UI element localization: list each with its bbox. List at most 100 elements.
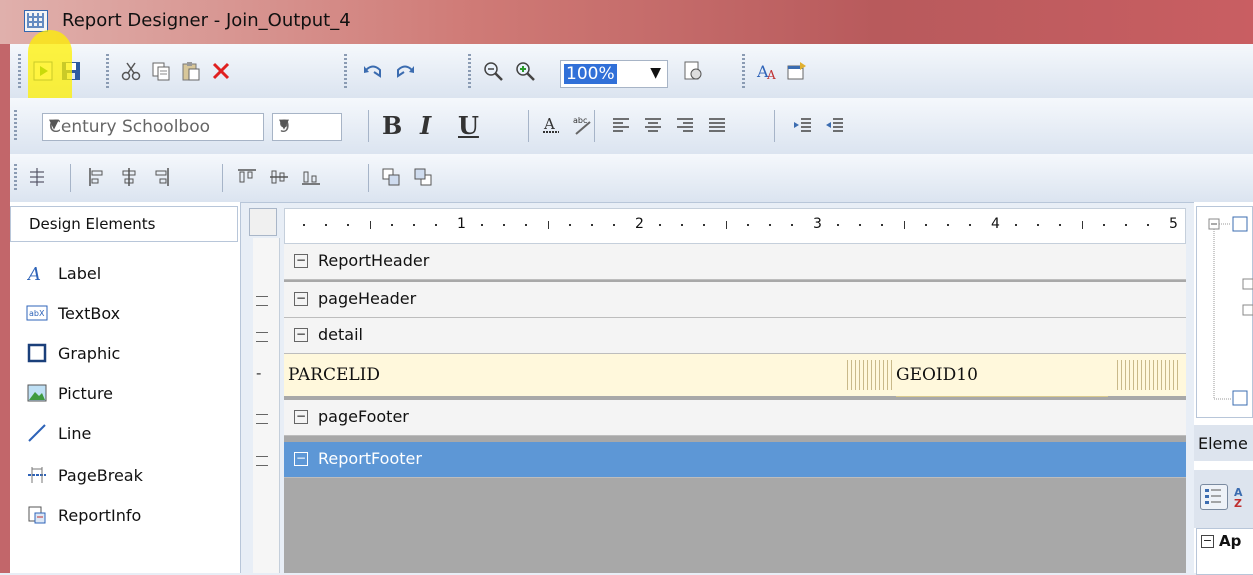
- element-picture[interactable]: Picture: [26, 380, 113, 406]
- toolbar-grip[interactable]: [14, 164, 17, 192]
- page-setup-button[interactable]: [682, 60, 704, 82]
- svg-text:Z: Z: [1234, 497, 1242, 508]
- element-graphic[interactable]: Graphic: [26, 340, 120, 366]
- toolbar-grip[interactable]: [344, 54, 347, 88]
- collapse-icon[interactable]: −: [294, 254, 308, 268]
- window-title: Report Designer - Join_Output_4: [62, 10, 351, 31]
- align-lefts-button[interactable]: [86, 166, 108, 188]
- separator: [774, 110, 775, 142]
- align-centers-button[interactable]: [118, 166, 140, 188]
- collapse-icon[interactable]: −: [294, 452, 308, 466]
- report-explorer-tree[interactable]: [1196, 206, 1253, 418]
- label-icon: A: [26, 263, 48, 283]
- band-label: pageHeader: [318, 289, 417, 308]
- page-setup-icon: [684, 61, 702, 80]
- design-elements-header: Design Elements: [10, 206, 238, 242]
- zoom-combo[interactable]: 100% ▼: [560, 60, 668, 88]
- redo-icon: [397, 65, 414, 78]
- align-tops-button[interactable]: [236, 166, 258, 188]
- separator: [368, 110, 369, 142]
- categorized-button[interactable]: [1200, 484, 1228, 510]
- element-line[interactable]: Line: [26, 420, 91, 446]
- collapse-icon[interactable]: −: [294, 292, 308, 306]
- zoom-value: 100%: [564, 64, 617, 84]
- align-center-button[interactable]: [642, 114, 664, 136]
- zoom-in-button[interactable]: [514, 60, 536, 82]
- element-reportinfo[interactable]: ReportInfo: [26, 502, 141, 528]
- font-color-icon: A: [543, 115, 559, 133]
- ruler-mark-5: 5: [1169, 216, 1178, 232]
- outdent-icon: [826, 118, 843, 132]
- send-to-back-button[interactable]: [412, 166, 434, 188]
- collapse-icon[interactable]: −: [1201, 535, 1214, 548]
- toolbar-grip[interactable]: [468, 54, 471, 88]
- spell-check-button[interactable]: abc: [572, 114, 594, 136]
- element-textbox-text: TextBox: [58, 303, 121, 323]
- graphic-icon: [26, 343, 48, 363]
- bring-to-front-button[interactable]: [380, 166, 402, 188]
- align-rights-button[interactable]: [150, 166, 172, 188]
- italic-button[interactable]: I: [420, 111, 431, 140]
- detail-section[interactable]: PARCELID GEOID10: [284, 354, 1186, 397]
- band-detail[interactable]: − detail: [284, 318, 1186, 354]
- align-middles-button[interactable]: [268, 166, 290, 188]
- element-label[interactable]: A Label: [26, 260, 101, 286]
- align-right-button[interactable]: [674, 114, 696, 136]
- band-page-header[interactable]: − pageHeader: [284, 282, 1186, 318]
- ruler-corner[interactable]: [249, 208, 277, 236]
- font-size-combo[interactable]: 9 ▼: [272, 113, 342, 141]
- indent-icon: [794, 118, 811, 132]
- font-name-combo[interactable]: Century Schoolboo ▼: [42, 113, 264, 141]
- band-resize-handle[interactable]: [256, 296, 268, 306]
- paste-button[interactable]: [180, 60, 202, 82]
- copy-button[interactable]: [150, 60, 172, 82]
- undo-icon: [364, 65, 381, 78]
- field-parcelid-text: PARCELID: [288, 365, 381, 385]
- properties-button[interactable]: [786, 60, 808, 82]
- toolbar-grip[interactable]: [742, 54, 745, 88]
- justify-button[interactable]: [706, 114, 728, 136]
- ruler-mark-4: 4: [991, 216, 1000, 232]
- collapse-icon[interactable]: −: [294, 410, 308, 424]
- field-geoid10[interactable]: GEOID10: [896, 354, 1108, 397]
- svg-text:A: A: [766, 68, 776, 82]
- delete-button[interactable]: [210, 60, 232, 82]
- grid-button[interactable]: [26, 166, 48, 188]
- collapse-icon[interactable]: −: [294, 328, 308, 342]
- outdent-button[interactable]: [824, 114, 846, 136]
- band-report-footer[interactable]: − ReportFooter: [284, 442, 1186, 478]
- undo-button[interactable]: [362, 60, 384, 82]
- cut-button[interactable]: [120, 60, 142, 82]
- element-pagebreak[interactable]: PageBreak: [26, 462, 143, 488]
- field-geoid10-text: GEOID10: [896, 365, 978, 385]
- align-center-icon: [645, 118, 661, 132]
- band-report-header[interactable]: − ReportHeader: [284, 244, 1186, 280]
- toolbar-grip[interactable]: [14, 110, 17, 142]
- font-style-button[interactable]: AA: [756, 60, 778, 82]
- chevron-down-icon[interactable]: ▼: [49, 117, 259, 132]
- toolbar-grip[interactable]: [18, 54, 21, 88]
- band-label: pageFooter: [318, 407, 409, 426]
- bold-button[interactable]: B: [382, 111, 402, 140]
- zoom-in-icon: [516, 62, 535, 81]
- chevron-down-icon[interactable]: ▼: [650, 65, 661, 81]
- element-textbox[interactable]: abX TextBox: [26, 300, 120, 326]
- align-bottoms-button[interactable]: [300, 166, 322, 188]
- font-color-button[interactable]: A: [540, 114, 562, 136]
- field-parcelid[interactable]: PARCELID: [288, 354, 838, 396]
- zoom-out-button[interactable]: [482, 60, 504, 82]
- toolbar-grip[interactable]: [106, 54, 109, 88]
- categorized-icon: [1205, 489, 1221, 504]
- ruler-mark-2: 2: [635, 216, 644, 232]
- band-resize-handle[interactable]: [256, 332, 268, 342]
- align-left-button[interactable]: [610, 114, 632, 136]
- alphabetical-button[interactable]: AZ: [1232, 484, 1252, 510]
- indent-button[interactable]: [792, 114, 814, 136]
- underline-button[interactable]: U: [458, 111, 479, 140]
- align-left-icon: [613, 118, 629, 132]
- band-resize-handle[interactable]: [256, 414, 268, 424]
- redo-button[interactable]: [394, 60, 416, 82]
- band-resize-handle[interactable]: [256, 456, 268, 466]
- band-page-footer[interactable]: − pageFooter: [284, 400, 1186, 436]
- chevron-down-icon[interactable]: ▼: [279, 117, 337, 132]
